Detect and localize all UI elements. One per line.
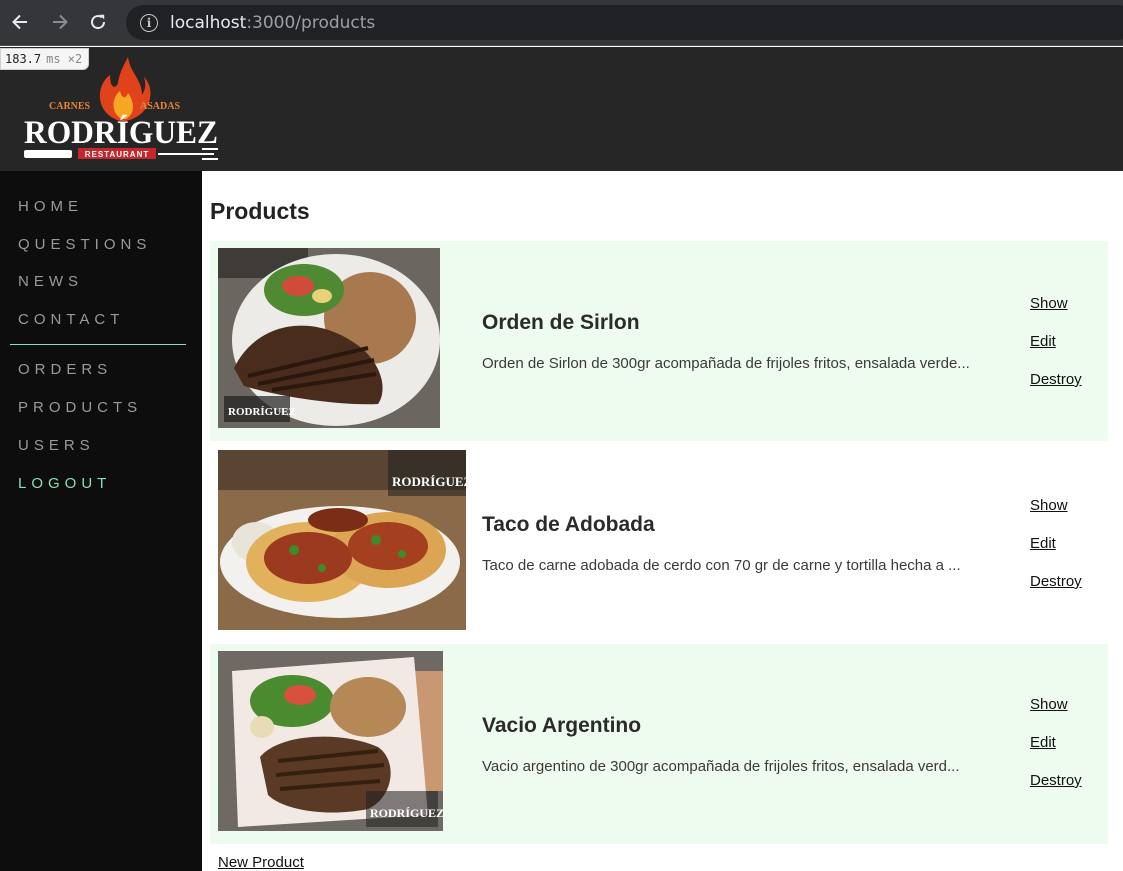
back-arrow-icon: [12, 14, 27, 30]
product-image: RODRÍGUEZ: [218, 651, 443, 831]
product-image: RODRÍGUEZ: [218, 450, 466, 630]
site-info-icon[interactable]: i: [140, 13, 158, 32]
product-row: RODRÍGUEZ Orden de Sirlon Orden de Sirlo…: [210, 241, 1108, 441]
sidebar-item-products[interactable]: PRODUCTS: [18, 399, 142, 416]
product-description: Orden de Sirlon de 300gr acompañada de f…: [482, 355, 970, 372]
sidebar-item-users[interactable]: USERS: [18, 437, 95, 454]
url-host: localhost: [170, 12, 247, 33]
render-timing-badge: 183.7 ms ×2: [0, 48, 90, 70]
product-image: RODRÍGUEZ: [218, 248, 440, 428]
edit-link[interactable]: Edit: [1030, 734, 1056, 751]
browser-toolbar: i localhost:3000/products: [0, 0, 1123, 46]
edit-link[interactable]: Edit: [1030, 333, 1056, 350]
tacos-plate-photo: RODRÍGUEZ: [218, 450, 466, 630]
product-row: RODRÍGUEZ Taco de Adobada Taco de carne …: [210, 443, 1108, 643]
logo-text-name: RODRÍGUEZ: [24, 114, 218, 151]
sidebar-item-news[interactable]: NEWS: [18, 273, 83, 290]
url-text: localhost:3000/products: [170, 13, 375, 33]
logo-text-restaurant: RESTAURANT: [85, 150, 150, 159]
svg-text:RODRÍGUEZ: RODRÍGUEZ: [392, 474, 466, 489]
product-name: Orden de Sirlon: [482, 311, 640, 334]
svg-text:RODRÍGUEZ: RODRÍGUEZ: [228, 406, 296, 418]
sidebar-nav: HOME QUESTIONS NEWS CONTACT ORDERS PRODU…: [0, 171, 202, 871]
sirloin-plate-photo: RODRÍGUEZ: [218, 248, 440, 428]
url-path: :3000/products: [246, 12, 376, 33]
restaurant-logo[interactable]: CARNES ASADAS RODRÍGUEZ RESTAURANT: [22, 55, 222, 167]
sidebar-item-logout[interactable]: LOGOUT: [18, 475, 111, 492]
main-content: Products RODRÍGUEZ Orden de Sirlon Orden…: [202, 171, 1123, 871]
destroy-link[interactable]: Destroy: [1030, 573, 1082, 590]
destroy-link[interactable]: Destroy: [1030, 371, 1082, 388]
sidebar-item-contact[interactable]: CONTACT: [18, 311, 124, 328]
page-title: Products: [210, 198, 310, 224]
timing-unit: ms ×2: [46, 52, 83, 66]
edit-link[interactable]: Edit: [1030, 535, 1056, 552]
product-name: Taco de Adobada: [482, 513, 655, 536]
vacio-plate-photo: RODRÍGUEZ: [218, 651, 443, 831]
destroy-link[interactable]: Destroy: [1030, 772, 1082, 789]
reload-icon: [91, 14, 106, 30]
back-button[interactable]: [6, 8, 34, 36]
timing-value: 183.7: [5, 52, 42, 66]
logo-text-asadas: ASADAS: [140, 101, 180, 112]
forward-arrow-icon: [53, 14, 68, 30]
address-bar[interactable]: i localhost:3000/products: [126, 5, 1123, 40]
forward-button[interactable]: [46, 8, 74, 36]
sidebar-divider: [10, 344, 186, 345]
sidebar-item-orders[interactable]: ORDERS: [18, 361, 112, 378]
site-header: CARNES ASADAS RODRÍGUEZ RESTAURANT: [0, 47, 1123, 171]
reload-button[interactable]: [84, 8, 112, 36]
product-row: RODRÍGUEZ Vacio Argentino Vacio argentin…: [210, 644, 1108, 844]
new-product-link[interactable]: New Product: [218, 854, 304, 871]
sidebar-item-home[interactable]: HOME: [18, 198, 83, 215]
product-description: Vacio argentino de 300gr acompañada de f…: [482, 758, 960, 775]
show-link[interactable]: Show: [1030, 295, 1068, 312]
product-description: Taco de carne adobada de cerdo con 70 gr…: [482, 557, 961, 574]
svg-text:RODRÍGUEZ: RODRÍGUEZ: [370, 806, 443, 820]
product-name: Vacio Argentino: [482, 714, 642, 737]
show-link[interactable]: Show: [1030, 497, 1068, 514]
logo-text-carnes: CARNES: [49, 101, 91, 112]
show-link[interactable]: Show: [1030, 696, 1068, 713]
sidebar-item-questions[interactable]: QUESTIONS: [18, 236, 151, 253]
